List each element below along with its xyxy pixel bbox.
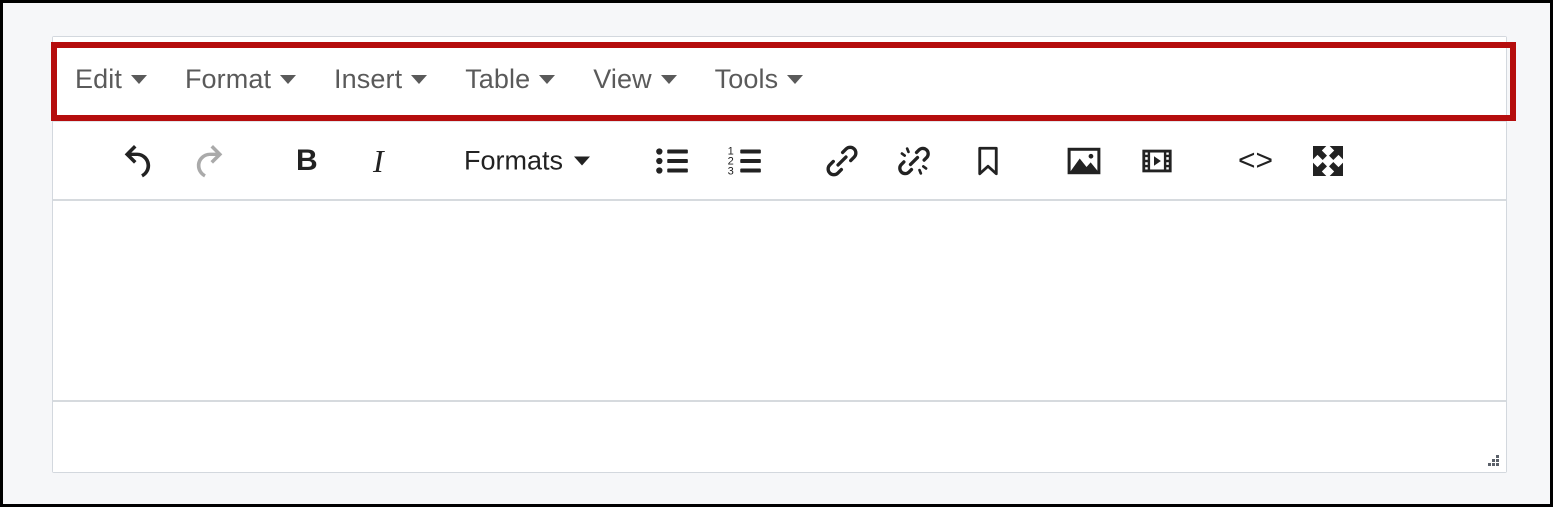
italic-icon: I xyxy=(373,142,384,179)
formats-dropdown[interactable]: Formats xyxy=(464,145,591,175)
bold-button[interactable]: B xyxy=(296,143,318,177)
chevron-down-icon xyxy=(280,74,297,84)
bookmark-icon xyxy=(970,143,1006,179)
menu-item-format-label: Format xyxy=(184,63,272,94)
numbered-list-icon: 1 2 3 xyxy=(726,142,764,180)
unlink-button[interactable] xyxy=(895,142,933,180)
italic-button[interactable]: I xyxy=(373,145,384,177)
menu-item-view[interactable]: View xyxy=(593,63,677,95)
source-code-button[interactable]: <> xyxy=(1238,143,1274,177)
undo-button[interactable] xyxy=(116,141,156,181)
menu-item-insert[interactable]: Insert xyxy=(334,63,428,95)
redo-icon xyxy=(191,141,231,181)
menu-item-table[interactable]: Table xyxy=(465,63,556,95)
chevron-down-icon xyxy=(539,74,556,84)
menu-item-tools-label: Tools xyxy=(714,63,779,94)
image-button[interactable] xyxy=(1065,142,1103,180)
chevron-down-icon xyxy=(660,74,677,84)
menu-item-tools[interactable]: Tools xyxy=(715,64,804,95)
chevron-down-icon xyxy=(787,74,804,84)
bullet-list-button[interactable] xyxy=(653,142,691,180)
menu-item-format[interactable]: Format xyxy=(184,63,297,95)
editor-content-area[interactable] xyxy=(53,203,1506,402)
bookmark-button[interactable] xyxy=(970,143,1006,179)
source-code-icon: <> xyxy=(1238,143,1274,177)
formats-dropdown-label: Formats xyxy=(464,145,564,175)
image-icon xyxy=(1065,142,1103,180)
media-icon xyxy=(1139,143,1175,179)
statusbar xyxy=(53,404,1506,472)
screenshot-frame: Edit Format Insert Table View Tools B I … xyxy=(0,0,1553,507)
menu-item-edit-label: Edit xyxy=(75,63,122,94)
menu-item-edit[interactable]: Edit xyxy=(75,64,147,95)
redo-button[interactable] xyxy=(191,141,231,181)
link-icon xyxy=(823,142,861,180)
menubar: Edit Format Insert Table View Tools xyxy=(53,37,1506,121)
resize-grip-icon[interactable] xyxy=(1485,452,1499,466)
menu-item-view-label: View xyxy=(593,63,652,94)
menu-item-insert-label: Insert xyxy=(334,63,403,94)
fullscreen-icon xyxy=(1308,141,1348,181)
chevron-down-icon xyxy=(130,74,147,84)
bullet-list-icon xyxy=(653,142,691,180)
rich-text-editor-panel: Edit Format Insert Table View Tools B I … xyxy=(52,36,1507,473)
chevron-down-icon xyxy=(574,156,591,165)
unlink-icon xyxy=(895,142,933,180)
chevron-down-icon xyxy=(411,74,428,84)
toolbar: B I Formats 1 2 3 <> xyxy=(53,121,1506,201)
undo-icon xyxy=(116,141,156,181)
media-button[interactable] xyxy=(1139,143,1175,179)
bold-icon: B xyxy=(296,143,318,177)
svg-text:3: 3 xyxy=(728,165,734,177)
link-button[interactable] xyxy=(823,142,861,180)
fullscreen-button[interactable] xyxy=(1308,141,1348,181)
numbered-list-button[interactable]: 1 2 3 xyxy=(726,142,764,180)
menu-item-table-label: Table xyxy=(465,63,531,94)
